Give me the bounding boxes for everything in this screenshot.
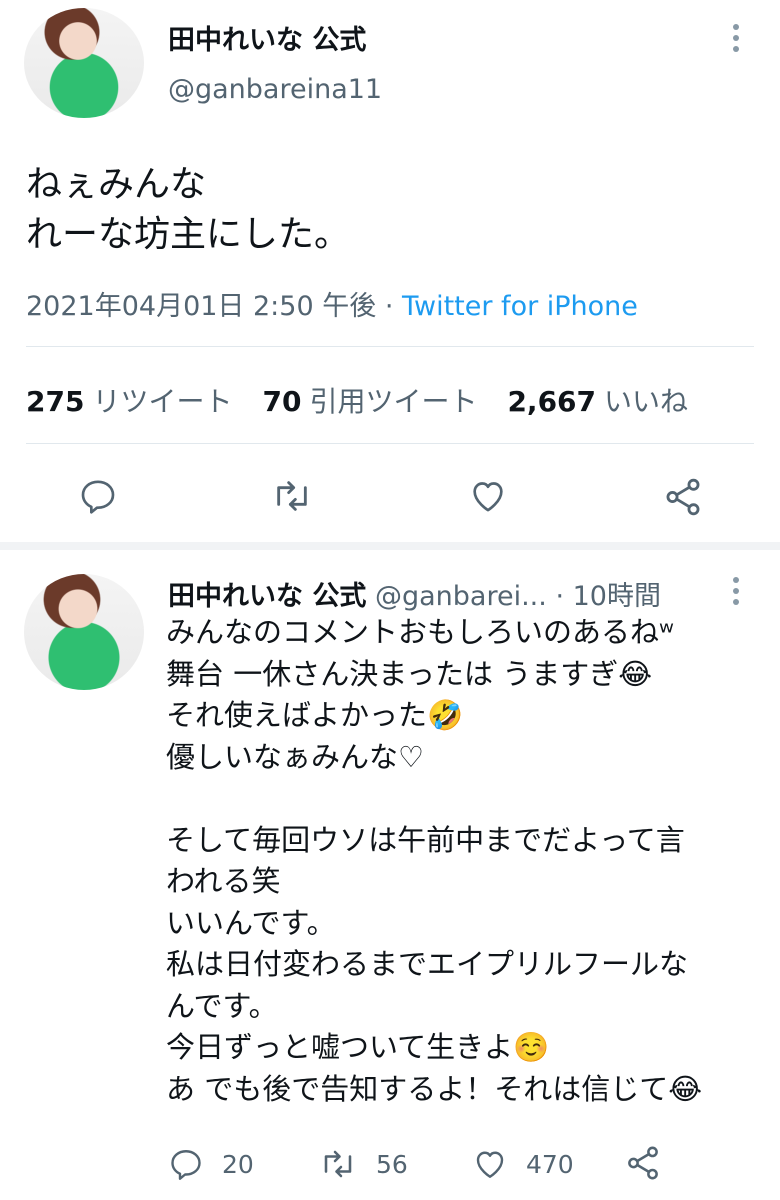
display-name[interactable]: 田中れいな 公式 xyxy=(168,18,366,57)
separator: · xyxy=(376,291,402,322)
tweet-stats: 275 リツイート 70 引用ツイート 2,667 いいね xyxy=(26,380,688,420)
likes-stat[interactable]: 2,667 いいね xyxy=(507,380,688,420)
reply-icon[interactable] xyxy=(78,476,118,516)
share-icon[interactable] xyxy=(662,476,704,518)
source-link[interactable]: Twitter for iPhone xyxy=(402,291,638,322)
quotes-label: 引用ツイート xyxy=(309,385,478,418)
retweet-count: 56 xyxy=(376,1150,408,1179)
more-icon[interactable] xyxy=(733,577,739,605)
retweets-stat[interactable]: 275 リツイート xyxy=(26,380,232,420)
timestamp[interactable]: 2021年04月01日 2:50 午後 xyxy=(26,291,376,322)
more-icon[interactable] xyxy=(733,24,739,52)
reply-avatar[interactable] xyxy=(24,574,144,690)
reply-icon[interactable] xyxy=(168,1146,204,1182)
like-icon[interactable] xyxy=(468,476,508,516)
reply-count: 20 xyxy=(222,1150,254,1179)
like-icon[interactable] xyxy=(472,1146,508,1182)
section-divider xyxy=(0,542,780,550)
tweet-text: ねぇみんな れーな坊主にした。 xyxy=(26,160,350,260)
tweet-meta: 2021年04月01日 2:50 午後 · Twitter for iPhone xyxy=(26,284,638,323)
divider xyxy=(26,443,754,444)
retweets-count: 275 xyxy=(26,385,85,418)
tweet-text-line: ねぇみんな xyxy=(26,164,207,205)
reply-text: みんなのコメントおもしろいのあるねʷ 舞台 一休さん決まったは うますぎ😂 それ… xyxy=(166,615,703,1106)
tweet-text-line: れーな坊主にした。 xyxy=(26,214,351,255)
share-icon[interactable] xyxy=(624,1144,662,1182)
reply-header: 田中れいな 公式 @ganbarei... · 10時間 xyxy=(168,574,661,613)
likes-label: いいね xyxy=(604,385,689,418)
avatar[interactable] xyxy=(24,8,144,118)
likes-count: 2,667 xyxy=(507,385,597,418)
quotes-count: 70 xyxy=(262,385,302,418)
reply-display-name[interactable]: 田中れいな 公式 xyxy=(168,581,366,612)
reply-handle[interactable]: @ganbarei... xyxy=(375,581,547,612)
retweet-icon[interactable] xyxy=(270,476,314,516)
retweets-label: リツイート xyxy=(92,385,233,418)
divider xyxy=(26,346,754,347)
reply-time[interactable]: · 10時間 xyxy=(555,581,661,612)
retweet-icon[interactable] xyxy=(318,1146,358,1182)
like-count: 470 xyxy=(526,1150,574,1179)
handle[interactable]: @ganbareina11 xyxy=(168,74,382,105)
quotes-stat[interactable]: 70 引用ツイート xyxy=(262,380,477,420)
